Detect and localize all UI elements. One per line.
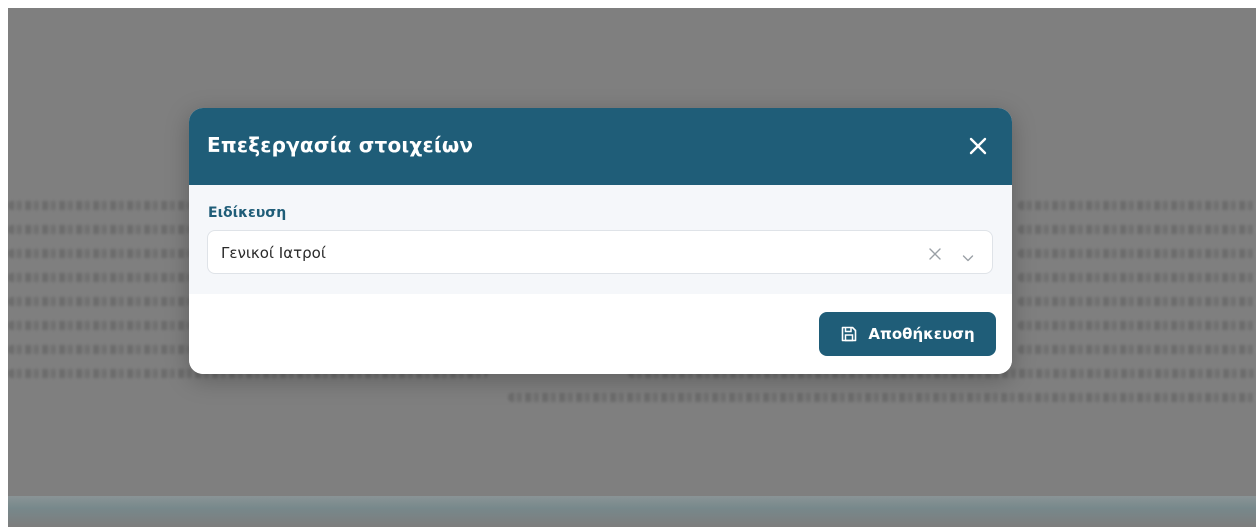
close-button[interactable] xyxy=(964,132,992,160)
blurred-text-line xyxy=(1018,297,1256,306)
dialog-footer: Αποθήκευση xyxy=(189,294,1012,374)
blurred-text-line xyxy=(1018,321,1256,330)
edit-details-dialog: Επεξεργασία στοιχείων Ειδίκευση Γενικοί … xyxy=(189,108,1012,374)
save-button[interactable]: Αποθήκευση xyxy=(819,312,996,356)
specialty-select[interactable]: Γενικοί Ιατροί xyxy=(207,230,993,274)
dialog-body: Ειδίκευση Γενικοί Ιατροί xyxy=(189,185,1012,294)
blurred-text-line xyxy=(8,321,190,330)
blurred-text-line xyxy=(8,297,190,306)
blurred-text-line xyxy=(1018,225,1256,234)
blurred-text-line xyxy=(8,249,190,258)
blurred-text-line xyxy=(1018,201,1256,210)
blurred-text-line xyxy=(8,225,190,234)
blurred-text-line xyxy=(8,201,190,210)
specialty-label: Ειδίκευση xyxy=(208,205,287,221)
blurred-text-line xyxy=(8,273,190,282)
save-button-label: Αποθήκευση xyxy=(868,325,975,343)
close-icon xyxy=(969,137,987,155)
blurred-bottom-bar xyxy=(8,496,1256,527)
dialog-header: Επεξεργασία στοιχείων xyxy=(189,108,1012,185)
specialty-selected-value: Γενικοί Ιατροί xyxy=(221,244,326,262)
blurred-text-line xyxy=(508,393,1256,402)
blurred-text-line xyxy=(1018,273,1256,282)
clear-icon[interactable] xyxy=(928,246,942,260)
blurred-text-line xyxy=(1018,345,1256,354)
blurred-text-line xyxy=(8,345,190,354)
save-icon xyxy=(840,325,858,343)
dialog-title: Επεξεργασία στοιχείων xyxy=(207,133,474,157)
blurred-text-line xyxy=(1018,249,1256,258)
chevron-down-icon[interactable] xyxy=(962,248,974,262)
